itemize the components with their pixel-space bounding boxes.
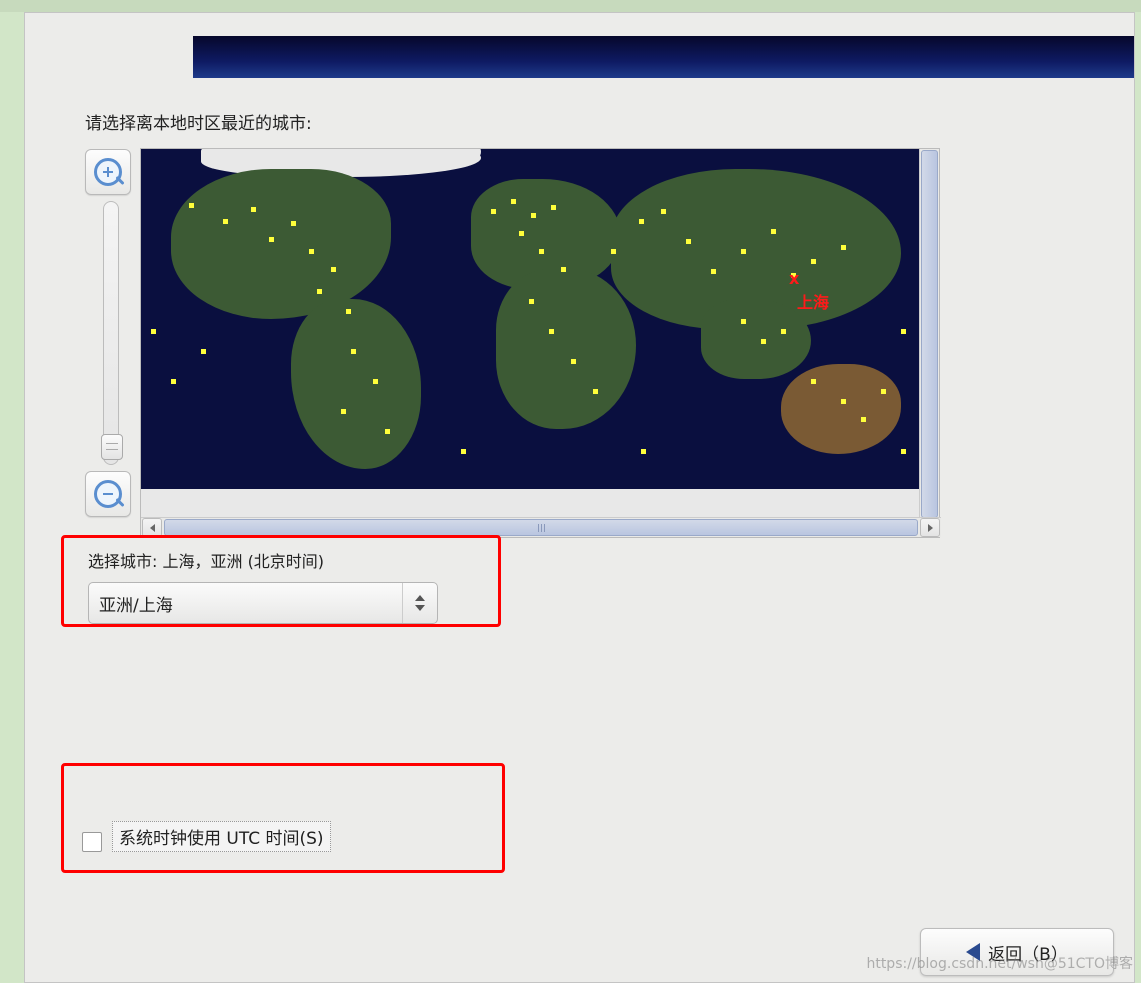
- city-dot[interactable]: [641, 449, 646, 454]
- city-dot[interactable]: [529, 299, 534, 304]
- city-dot[interactable]: [331, 267, 336, 272]
- city-dot[interactable]: [201, 349, 206, 354]
- city-dot[interactable]: [461, 449, 466, 454]
- city-dot[interactable]: [861, 417, 866, 422]
- city-dot[interactable]: [686, 239, 691, 244]
- back-arrow-icon: [966, 943, 980, 961]
- city-dot[interactable]: [661, 209, 666, 214]
- land: [781, 364, 901, 454]
- city-dot[interactable]: [251, 207, 256, 212]
- land: [401, 149, 481, 169]
- land: [141, 489, 921, 519]
- city-dot[interactable]: [781, 329, 786, 334]
- world-map[interactable]: x 上海: [141, 149, 921, 519]
- zoom-out-icon: [94, 480, 122, 508]
- zoom-out-button[interactable]: [85, 471, 131, 517]
- city-dot[interactable]: [189, 203, 194, 208]
- city-dot[interactable]: [351, 349, 356, 354]
- zoom-controls: [85, 149, 137, 517]
- land: [701, 299, 811, 379]
- city-dot[interactable]: [549, 329, 554, 334]
- city-select-highlight: 选择城市: 上海，亚洲 (北京时间) 亚洲/上海: [61, 535, 501, 627]
- zoom-in-icon: [94, 158, 122, 186]
- city-dot[interactable]: [223, 219, 228, 224]
- timezone-combobox[interactable]: 亚洲/上海: [88, 582, 438, 624]
- timezone-combobox-value: 亚洲/上海: [99, 591, 173, 616]
- utc-checkbox-label[interactable]: 系统时钟使用 UTC 时间(S): [112, 821, 331, 852]
- city-dot[interactable]: [771, 229, 776, 234]
- city-dot[interactable]: [561, 267, 566, 272]
- city-dot[interactable]: [346, 309, 351, 314]
- timezone-prompt: 请选择离本地时区最近的城市:: [85, 109, 1112, 134]
- map-scroll-right-button[interactable]: [920, 518, 940, 537]
- city-dot[interactable]: [491, 209, 496, 214]
- city-dot[interactable]: [761, 339, 766, 344]
- city-dot[interactable]: [291, 221, 296, 226]
- content-area: 请选择离本地时区最近的城市:: [85, 109, 1112, 982]
- land: [291, 299, 421, 469]
- city-dot[interactable]: [841, 245, 846, 250]
- map-frame: x 上海: [140, 148, 940, 538]
- city-dot[interactable]: [841, 399, 846, 404]
- city-dot[interactable]: [711, 269, 716, 274]
- back-button-label: 返回（B）: [988, 940, 1068, 965]
- utc-highlight: 系统时钟使用 UTC 时间(S): [61, 763, 505, 873]
- city-dot[interactable]: [593, 389, 598, 394]
- city-dot[interactable]: [385, 429, 390, 434]
- city-dot[interactable]: [639, 219, 644, 224]
- zoom-in-button[interactable]: [85, 149, 131, 195]
- map-zone: x 上海: [85, 148, 945, 566]
- city-dot[interactable]: [611, 249, 616, 254]
- city-dot[interactable]: [571, 359, 576, 364]
- city-dot[interactable]: [811, 259, 816, 264]
- installer-window: 请选择离本地时区最近的城市:: [24, 12, 1135, 983]
- chevron-left-icon: [150, 524, 155, 532]
- city-dot[interactable]: [309, 249, 314, 254]
- city-dot[interactable]: [269, 237, 274, 242]
- city-dot[interactable]: [151, 329, 156, 334]
- map-horizontal-scroll-thumb[interactable]: [164, 519, 918, 536]
- city-dot[interactable]: [373, 379, 378, 384]
- selected-city-marker-label: 上海: [797, 289, 829, 313]
- city-dot[interactable]: [531, 213, 536, 218]
- map-horizontal-scrollbar[interactable]: [141, 517, 941, 537]
- city-dot[interactable]: [539, 249, 544, 254]
- land: [496, 269, 636, 429]
- zoom-slider-thumb[interactable]: [101, 434, 123, 460]
- city-dot[interactable]: [511, 199, 516, 204]
- utc-checkbox[interactable]: [82, 832, 102, 852]
- city-dot[interactable]: [171, 379, 176, 384]
- selected-city-marker-icon: x: [789, 269, 799, 288]
- city-dot[interactable]: [341, 409, 346, 414]
- city-dot[interactable]: [519, 231, 524, 236]
- city-dot[interactable]: [811, 379, 816, 384]
- land: [171, 169, 391, 319]
- map-vertical-scroll-thumb[interactable]: [921, 150, 938, 518]
- city-dot[interactable]: [741, 249, 746, 254]
- map-vertical-scrollbar[interactable]: [919, 149, 939, 519]
- city-dot[interactable]: [901, 449, 906, 454]
- top-shadow: [0, 0, 1141, 12]
- combobox-spinner-icon: [402, 583, 437, 623]
- city-dot[interactable]: [881, 389, 886, 394]
- city-dot[interactable]: [741, 319, 746, 324]
- selected-city-label: 选择城市: 上海，亚洲 (北京时间): [88, 548, 488, 572]
- zoom-slider-track[interactable]: [103, 201, 119, 465]
- city-dot[interactable]: [901, 329, 906, 334]
- back-button[interactable]: 返回（B）: [920, 928, 1114, 976]
- city-dot[interactable]: [551, 205, 556, 210]
- header-banner: [193, 36, 1134, 78]
- city-dot[interactable]: [317, 289, 322, 294]
- chevron-right-icon: [928, 524, 933, 532]
